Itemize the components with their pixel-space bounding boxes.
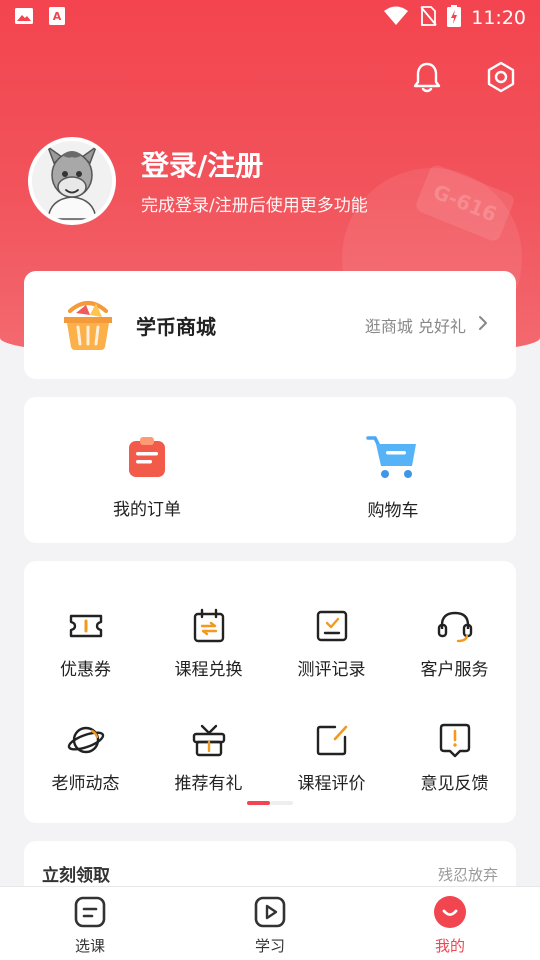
page-indicator-inactive — [270, 801, 293, 805]
cart-icon — [366, 435, 416, 478]
status-bar: A 11:20 — [0, 0, 540, 36]
wifi-icon — [383, 6, 409, 30]
referral-gift-label: 推荐有礼 — [174, 774, 243, 794]
orders-card: 我的订单 购物车 — [24, 397, 516, 543]
login-hint: 完成登录/注册后使用更多功能 — [141, 196, 368, 216]
tab-study[interactable]: 学习 — [180, 887, 360, 960]
coin-mall-card[interactable]: 学币商城 逛商城 兑好礼 — [24, 271, 516, 379]
battery-charging-icon — [447, 5, 462, 31]
tab-mine[interactable]: 我的 — [360, 887, 540, 960]
page-indicator — [247, 801, 293, 805]
feedback-icon — [439, 723, 470, 758]
coupon-button[interactable]: 优惠券 — [24, 607, 147, 680]
course-review-button[interactable]: 课程评价 — [270, 721, 393, 794]
tab-study-label: 学习 — [254, 937, 285, 955]
gift-icon — [192, 724, 225, 757]
course-exchange-label: 课程兑换 — [174, 660, 243, 680]
review-icon — [316, 725, 347, 756]
coin-mall-link[interactable]: 逛商城 兑好礼 — [365, 313, 488, 337]
coupon-icon — [69, 614, 102, 638]
teacher-news-label: 老师动态 — [51, 774, 120, 794]
coupon-label: 优惠券 — [60, 660, 111, 680]
tab-course-select-label: 选课 — [74, 937, 105, 955]
assessment-record-button[interactable]: 测评记录 — [270, 607, 393, 680]
order-icon — [129, 436, 165, 477]
bottom-tab-bar: 选课 学习 我的 — [0, 886, 540, 960]
play-icon — [254, 896, 286, 928]
coin-mall-title: 学币商城 — [136, 314, 216, 339]
page-indicator-active — [247, 801, 270, 805]
header-actions — [410, 60, 518, 94]
login-register-link[interactable]: 登录/注册 — [141, 144, 263, 184]
feedback-button[interactable]: 意见反馈 — [393, 721, 516, 794]
assessment-record-label: 测评记录 — [297, 660, 366, 680]
coin-mall-link-text: 逛商城 兑好礼 — [364, 317, 466, 336]
chevron-right-icon — [478, 315, 488, 335]
assessment-icon — [316, 610, 347, 642]
tab-mine-label: 我的 — [434, 937, 465, 955]
profile-smile-icon — [434, 896, 466, 928]
app-notification-icon: A — [48, 6, 66, 30]
avatar[interactable] — [28, 137, 116, 225]
my-orders-label: 我的订单 — [113, 499, 181, 520]
cart-label: 购物车 — [367, 500, 419, 521]
referral-gift-button[interactable]: 推荐有礼 — [147, 721, 270, 794]
headset-icon — [437, 611, 472, 643]
my-orders-button[interactable]: 我的订单 — [24, 397, 270, 543]
customer-service-button[interactable]: 客户服务 — [393, 607, 516, 680]
feedback-label: 意见反馈 — [420, 774, 489, 794]
no-signal-icon — [419, 5, 437, 31]
settings-icon[interactable] — [484, 60, 518, 94]
tools-card: 优惠券 课程兑换 测评记录 客户服务 老师动态 推荐有礼 课程评价 意见反馈 — [24, 561, 516, 823]
shopping-basket-icon — [60, 297, 116, 353]
image-notification-icon — [14, 7, 34, 29]
bell-icon[interactable] — [410, 60, 444, 94]
donkey-avatar-icon — [32, 141, 112, 221]
planet-icon — [67, 726, 104, 754]
exchange-icon — [193, 608, 224, 643]
cart-button[interactable]: 购物车 — [270, 397, 516, 543]
course-select-icon — [74, 896, 106, 928]
customer-service-label: 客户服务 — [420, 660, 489, 680]
clock: 11:20 — [471, 7, 526, 29]
tab-course-select[interactable]: 选课 — [0, 887, 180, 960]
teacher-news-button[interactable]: 老师动态 — [24, 721, 147, 794]
course-exchange-button[interactable]: 课程兑换 — [147, 607, 270, 680]
course-review-label: 课程评价 — [297, 774, 366, 794]
svg-text:A: A — [53, 10, 62, 23]
